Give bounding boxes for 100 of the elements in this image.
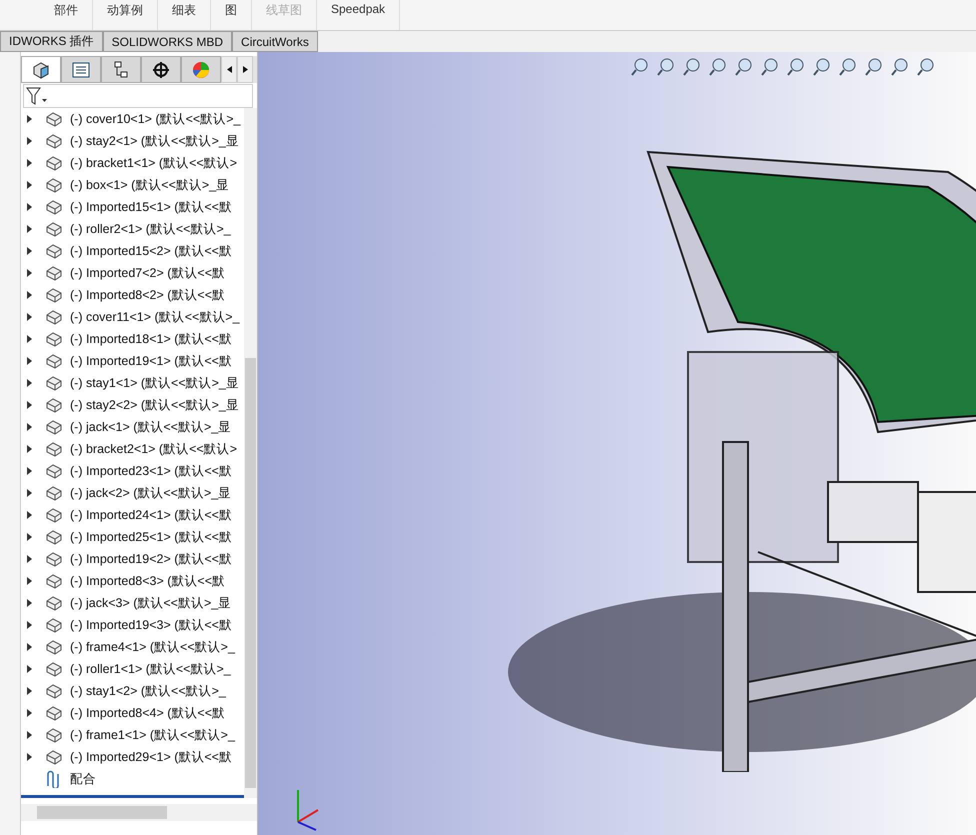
expand-arrow-icon[interactable] bbox=[27, 577, 32, 585]
component-label[interactable]: (-) stay2<2> (默认<<默认>_显 bbox=[70, 396, 239, 414]
view-toolbar-icon[interactable] bbox=[864, 57, 884, 77]
view-toolbar-icon[interactable] bbox=[838, 57, 858, 77]
expand-arrow-icon[interactable] bbox=[27, 687, 32, 695]
component-label[interactable]: (-) bracket1<1> (默认<<默认> bbox=[70, 154, 237, 172]
component-label[interactable]: (-) stay1<2> (默认<<默认>_ bbox=[70, 682, 226, 700]
part-icon bbox=[45, 375, 63, 391]
part-icon bbox=[45, 353, 63, 369]
expand-arrow-icon[interactable] bbox=[27, 137, 32, 145]
expand-arrow-icon[interactable] bbox=[27, 533, 32, 541]
expand-arrow-icon[interactable] bbox=[27, 467, 32, 475]
view-toolbar-icon[interactable] bbox=[916, 57, 936, 77]
vertical-scrollbar[interactable] bbox=[244, 108, 257, 798]
expand-arrow-icon[interactable] bbox=[27, 379, 32, 387]
ribbon-label[interactable]: 动算例 bbox=[93, 0, 158, 30]
part-icon bbox=[45, 155, 63, 171]
component-label[interactable]: (-) Imported18<1> (默认<<默 bbox=[70, 330, 232, 348]
component-label[interactable]: (-) Imported8<3> (默认<<默 bbox=[70, 572, 226, 590]
component-label[interactable]: (-) jack<1> (默认<<默认>_显 bbox=[70, 418, 232, 436]
command-tab[interactable]: IDWORKS 插件 bbox=[0, 31, 103, 52]
view-toolbar-icon[interactable] bbox=[786, 57, 806, 77]
component-label[interactable]: (-) Imported19<3> (默认<<默 bbox=[70, 616, 232, 634]
scroll-left-button[interactable] bbox=[221, 56, 237, 83]
scroll-right-button[interactable] bbox=[237, 56, 253, 83]
component-label[interactable]: (-) Imported7<2> (默认<<默 bbox=[70, 264, 226, 282]
component-label[interactable]: (-) Imported25<1> (默认<<默 bbox=[70, 528, 232, 546]
expand-arrow-icon[interactable] bbox=[27, 709, 32, 717]
expand-arrow-icon[interactable] bbox=[27, 203, 32, 211]
component-label[interactable]: (-) Imported8<2> (默认<<默 bbox=[70, 286, 226, 304]
expand-arrow-icon[interactable] bbox=[27, 115, 32, 123]
part-icon bbox=[45, 617, 63, 633]
view-toolbar-icon[interactable] bbox=[812, 57, 832, 77]
expand-arrow-icon[interactable] bbox=[27, 423, 32, 431]
expand-arrow-icon[interactable] bbox=[27, 731, 32, 739]
view-toolbar-icon[interactable] bbox=[734, 57, 754, 77]
expand-arrow-icon[interactable] bbox=[27, 511, 32, 519]
expand-arrow-icon[interactable] bbox=[27, 291, 32, 299]
horizontal-scrollbar[interactable] bbox=[21, 804, 257, 821]
component-label[interactable]: (-) Imported8<4> (默认<<默 bbox=[70, 704, 226, 722]
expand-arrow-icon[interactable] bbox=[27, 357, 32, 365]
expand-arrow-icon[interactable] bbox=[27, 665, 32, 673]
component-label[interactable]: (-) roller2<1> (默认<<默认>_ bbox=[70, 220, 231, 238]
feature-tree-tab[interactable] bbox=[21, 56, 61, 83]
component-label[interactable]: (-) Imported29<1> (默认<<默 bbox=[70, 748, 232, 766]
display-tab[interactable] bbox=[181, 56, 221, 83]
expand-arrow-icon[interactable] bbox=[27, 643, 32, 651]
expand-arrow-icon[interactable] bbox=[27, 269, 32, 277]
expand-arrow-icon[interactable] bbox=[27, 225, 32, 233]
component-label[interactable]: (-) Imported19<1> (默认<<默 bbox=[70, 352, 232, 370]
component-label[interactable]: (-) Imported15<2> (默认<<默 bbox=[70, 242, 232, 260]
ribbon-label[interactable]: 细表 bbox=[158, 0, 211, 30]
expand-arrow-icon[interactable] bbox=[27, 621, 32, 629]
color-wheel-icon bbox=[192, 60, 210, 78]
expand-arrow-icon[interactable] bbox=[27, 555, 32, 563]
part-icon bbox=[45, 727, 63, 743]
component-label[interactable]: (-) Imported15<1> (默认<<默 bbox=[70, 198, 232, 216]
mates-label[interactable]: 配合 bbox=[70, 770, 96, 788]
part-icon bbox=[45, 419, 63, 435]
expand-arrow-icon[interactable] bbox=[27, 181, 32, 189]
view-toolbar-icon[interactable] bbox=[682, 57, 702, 77]
view-toolbar-icon[interactable] bbox=[656, 57, 676, 77]
ribbon-label[interactable]: Speedpak bbox=[317, 0, 400, 30]
expand-arrow-icon[interactable] bbox=[27, 489, 32, 497]
expand-arrow-icon[interactable] bbox=[27, 159, 32, 167]
expand-arrow-icon[interactable] bbox=[27, 599, 32, 607]
view-toolbar-icon[interactable] bbox=[760, 57, 780, 77]
component-label[interactable]: (-) Imported19<2> (默认<<默 bbox=[70, 550, 232, 568]
property-tab[interactable] bbox=[61, 56, 101, 83]
component-label[interactable]: (-) stay2<1> (默认<<默认>_显 bbox=[70, 132, 239, 150]
component-label[interactable]: (-) frame4<1> (默认<<默认>_ bbox=[70, 638, 235, 656]
part-icon bbox=[45, 705, 63, 721]
command-tab[interactable]: CircuitWorks bbox=[232, 31, 318, 52]
component-label[interactable]: (-) Imported24<1> (默认<<默 bbox=[70, 506, 232, 524]
expand-arrow-icon[interactable] bbox=[27, 753, 32, 761]
expand-arrow-icon[interactable] bbox=[27, 335, 32, 343]
expand-arrow-icon[interactable] bbox=[27, 445, 32, 453]
component-label[interactable]: (-) box<1> (默认<<默认>_显 bbox=[70, 176, 230, 194]
expand-arrow-icon[interactable] bbox=[27, 247, 32, 255]
component-label[interactable]: (-) cover10<1> (默认<<默认>_ bbox=[70, 110, 240, 128]
component-label[interactable]: (-) frame1<1> (默认<<默认>_ bbox=[70, 726, 235, 744]
ribbon-label[interactable]: 图 bbox=[211, 0, 252, 30]
component-label[interactable]: (-) jack<3> (默认<<默认>_显 bbox=[70, 594, 232, 612]
expand-arrow-icon[interactable] bbox=[27, 401, 32, 409]
ribbon-label[interactable]: 部件 bbox=[40, 0, 93, 30]
expand-arrow-icon[interactable] bbox=[27, 313, 32, 321]
part-icon bbox=[45, 265, 63, 281]
view-toolbar-icon[interactable] bbox=[630, 57, 650, 77]
component-label[interactable]: (-) jack<2> (默认<<默认>_显 bbox=[70, 484, 232, 502]
dimxpert-tab[interactable] bbox=[141, 56, 181, 83]
component-label[interactable]: (-) cover11<1> (默认<<默认>_ bbox=[70, 308, 240, 326]
configuration-tab[interactable] bbox=[101, 56, 141, 83]
filter-field[interactable] bbox=[23, 84, 253, 108]
component-label[interactable]: (-) stay1<1> (默认<<默认>_显 bbox=[70, 374, 239, 392]
component-label[interactable]: (-) Imported23<1> (默认<<默 bbox=[70, 462, 232, 480]
component-label[interactable]: (-) bracket2<1> (默认<<默认> bbox=[70, 440, 237, 458]
component-label[interactable]: (-) roller1<1> (默认<<默认>_ bbox=[70, 660, 231, 678]
view-toolbar-icon[interactable] bbox=[890, 57, 910, 77]
command-tab[interactable]: SOLIDWORKS MBD bbox=[102, 31, 232, 52]
view-toolbar-icon[interactable] bbox=[708, 57, 728, 77]
